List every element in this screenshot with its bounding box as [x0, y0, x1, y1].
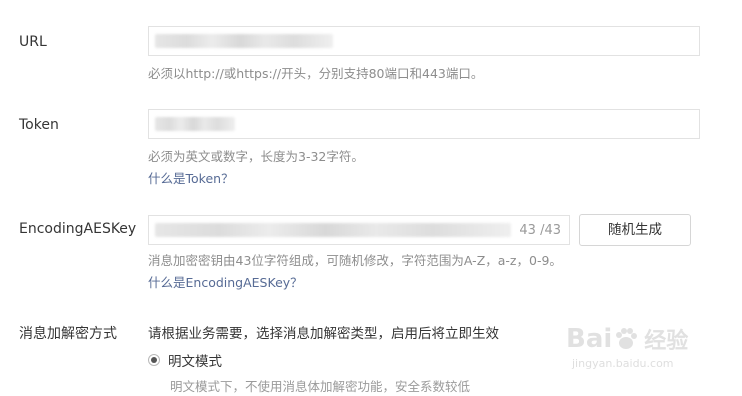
plaintext-mode-description: 明文模式下，不使用消息体加解密功能，安全系数较低: [170, 379, 471, 394]
aes-key-hint: 消息加密密钥由43位字符组成，可随机修改，字符范围为A-Z，a-z，0-9。: [148, 253, 562, 268]
watermark-brand-right: 经验: [644, 329, 689, 354]
aes-key-input[interactable]: 43 /43: [148, 215, 570, 245]
url-hint: 必须以http://或https://开头，分别支持80端口和443端口。: [148, 66, 484, 81]
random-generate-button[interactable]: 随机生成: [579, 214, 691, 246]
token-help-link[interactable]: 什么是Token？: [148, 170, 234, 188]
url-value-redacted: [155, 34, 333, 48]
token-label: Token: [19, 117, 59, 133]
token-input[interactable]: [148, 109, 700, 139]
paw-logo-icon: [616, 328, 638, 349]
aes-key-value-redacted: [155, 223, 511, 237]
plaintext-mode-label: 明文模式: [168, 354, 222, 370]
token-value-redacted: [155, 117, 235, 131]
token-hint: 必须为英文或数字，长度为3-32字符。: [148, 149, 364, 164]
plaintext-mode-option[interactable]: 明文模式: [148, 350, 222, 370]
url-label: URL: [19, 34, 47, 50]
encryption-mode-description: 请根据业务需要，选择消息加解密类型，启用后将立即生效: [148, 326, 499, 342]
aes-key-label: EncodingAESKey: [19, 221, 137, 237]
aes-key-help-link[interactable]: 什么是EncodingAESKey？: [148, 274, 303, 292]
aes-key-char-counter: 43 /43: [519, 223, 561, 238]
watermark-url: jingyan.baidu.com: [572, 357, 674, 370]
url-input[interactable]: [148, 26, 700, 56]
encryption-mode-label: 消息加解密方式: [19, 326, 117, 342]
baidu-jingyan-watermark: Bai 经验 jingyan.baidu.com: [566, 323, 736, 383]
watermark-brand-left: Bai: [566, 324, 613, 354]
radio-selected-icon[interactable]: [148, 354, 160, 366]
